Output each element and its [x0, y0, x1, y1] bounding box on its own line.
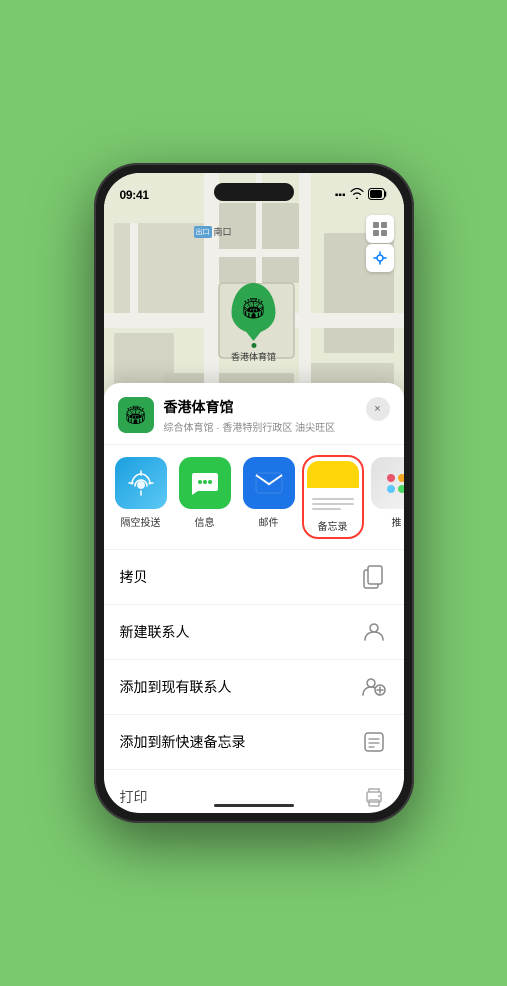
share-item-messages[interactable]: 信息	[176, 457, 234, 537]
home-indicator	[214, 804, 294, 807]
battery-icon	[368, 188, 388, 203]
print-text: 打印	[120, 787, 148, 807]
dynamic-island	[214, 183, 294, 201]
phone-frame: 09:41 ▪▪▪	[94, 163, 414, 823]
marker-dot	[251, 343, 256, 348]
share-item-notes[interactable]: 备忘录	[304, 457, 362, 537]
airdrop-icon	[115, 457, 167, 509]
airdrop-label: 隔空投送	[121, 514, 161, 529]
venue-header: 🏟 香港体育馆 综合体育馆 · 香港特别行政区 油尖旺区 ×	[104, 383, 404, 445]
action-list: 拷贝 新建联系人	[104, 550, 404, 813]
marker-pin: 🏟	[231, 283, 275, 333]
status-icons: ▪▪▪	[335, 188, 388, 203]
nankou-text: 南口	[214, 225, 232, 238]
marker-stadium-icon: 🏟	[241, 296, 266, 321]
nankou-tag: 出口	[194, 226, 212, 238]
person-add-icon	[360, 673, 388, 701]
map-nankou-label: 出口 南口	[194, 225, 232, 238]
venue-subtitle: 综合体育馆 · 香港特别行政区 油尖旺区	[164, 419, 356, 434]
action-new-contact[interactable]: 新建联系人	[104, 605, 404, 660]
action-copy[interactable]: 拷贝	[104, 550, 404, 605]
location-btn[interactable]	[366, 244, 394, 272]
map-controls	[366, 215, 394, 272]
marker-label: 香港体育馆	[231, 350, 276, 363]
messages-icon	[179, 457, 231, 509]
person-icon	[360, 618, 388, 646]
share-item-airdrop[interactable]: 隔空投送	[112, 457, 170, 537]
more-label: 推	[392, 514, 402, 529]
action-add-notes[interactable]: 添加到新快速备忘录	[104, 715, 404, 770]
share-row: 隔空投送 信息	[104, 445, 404, 550]
phone-screen: 09:41 ▪▪▪	[104, 173, 404, 813]
wifi-icon	[350, 188, 364, 202]
status-time: 09:41	[120, 188, 149, 202]
add-notes-text: 添加到新快速备忘录	[120, 732, 246, 752]
venue-name: 香港体育馆	[164, 397, 356, 417]
add-existing-text: 添加到现有联系人	[120, 677, 232, 697]
venue-info: 香港体育馆 综合体育馆 · 香港特别行政区 油尖旺区	[164, 397, 356, 434]
note-icon	[360, 728, 388, 756]
more-icon	[371, 457, 404, 509]
venue-logo: 🏟	[118, 397, 154, 433]
map-view-toggle[interactable]	[366, 215, 394, 243]
signal-icon: ▪▪▪	[335, 190, 346, 201]
copy-icon	[360, 563, 388, 591]
close-button[interactable]: ×	[366, 397, 390, 421]
copy-text: 拷贝	[120, 567, 148, 587]
share-item-mail[interactable]: 邮件	[240, 457, 298, 537]
action-add-existing[interactable]: 添加到现有联系人	[104, 660, 404, 715]
new-contact-text: 新建联系人	[120, 622, 190, 642]
printer-icon	[360, 783, 388, 811]
bottom-sheet: 🏟 香港体育馆 综合体育馆 · 香港特别行政区 油尖旺区 ×	[104, 383, 404, 813]
share-item-more[interactable]: 推	[368, 457, 404, 537]
venue-marker[interactable]: 🏟 香港体育馆	[231, 283, 276, 363]
venue-logo-icon: 🏟	[124, 405, 147, 426]
messages-label: 信息	[195, 514, 215, 529]
mail-label: 邮件	[259, 514, 279, 529]
mail-icon	[243, 457, 295, 509]
notes-label: 备忘录	[318, 518, 348, 533]
notes-icon	[307, 461, 359, 513]
